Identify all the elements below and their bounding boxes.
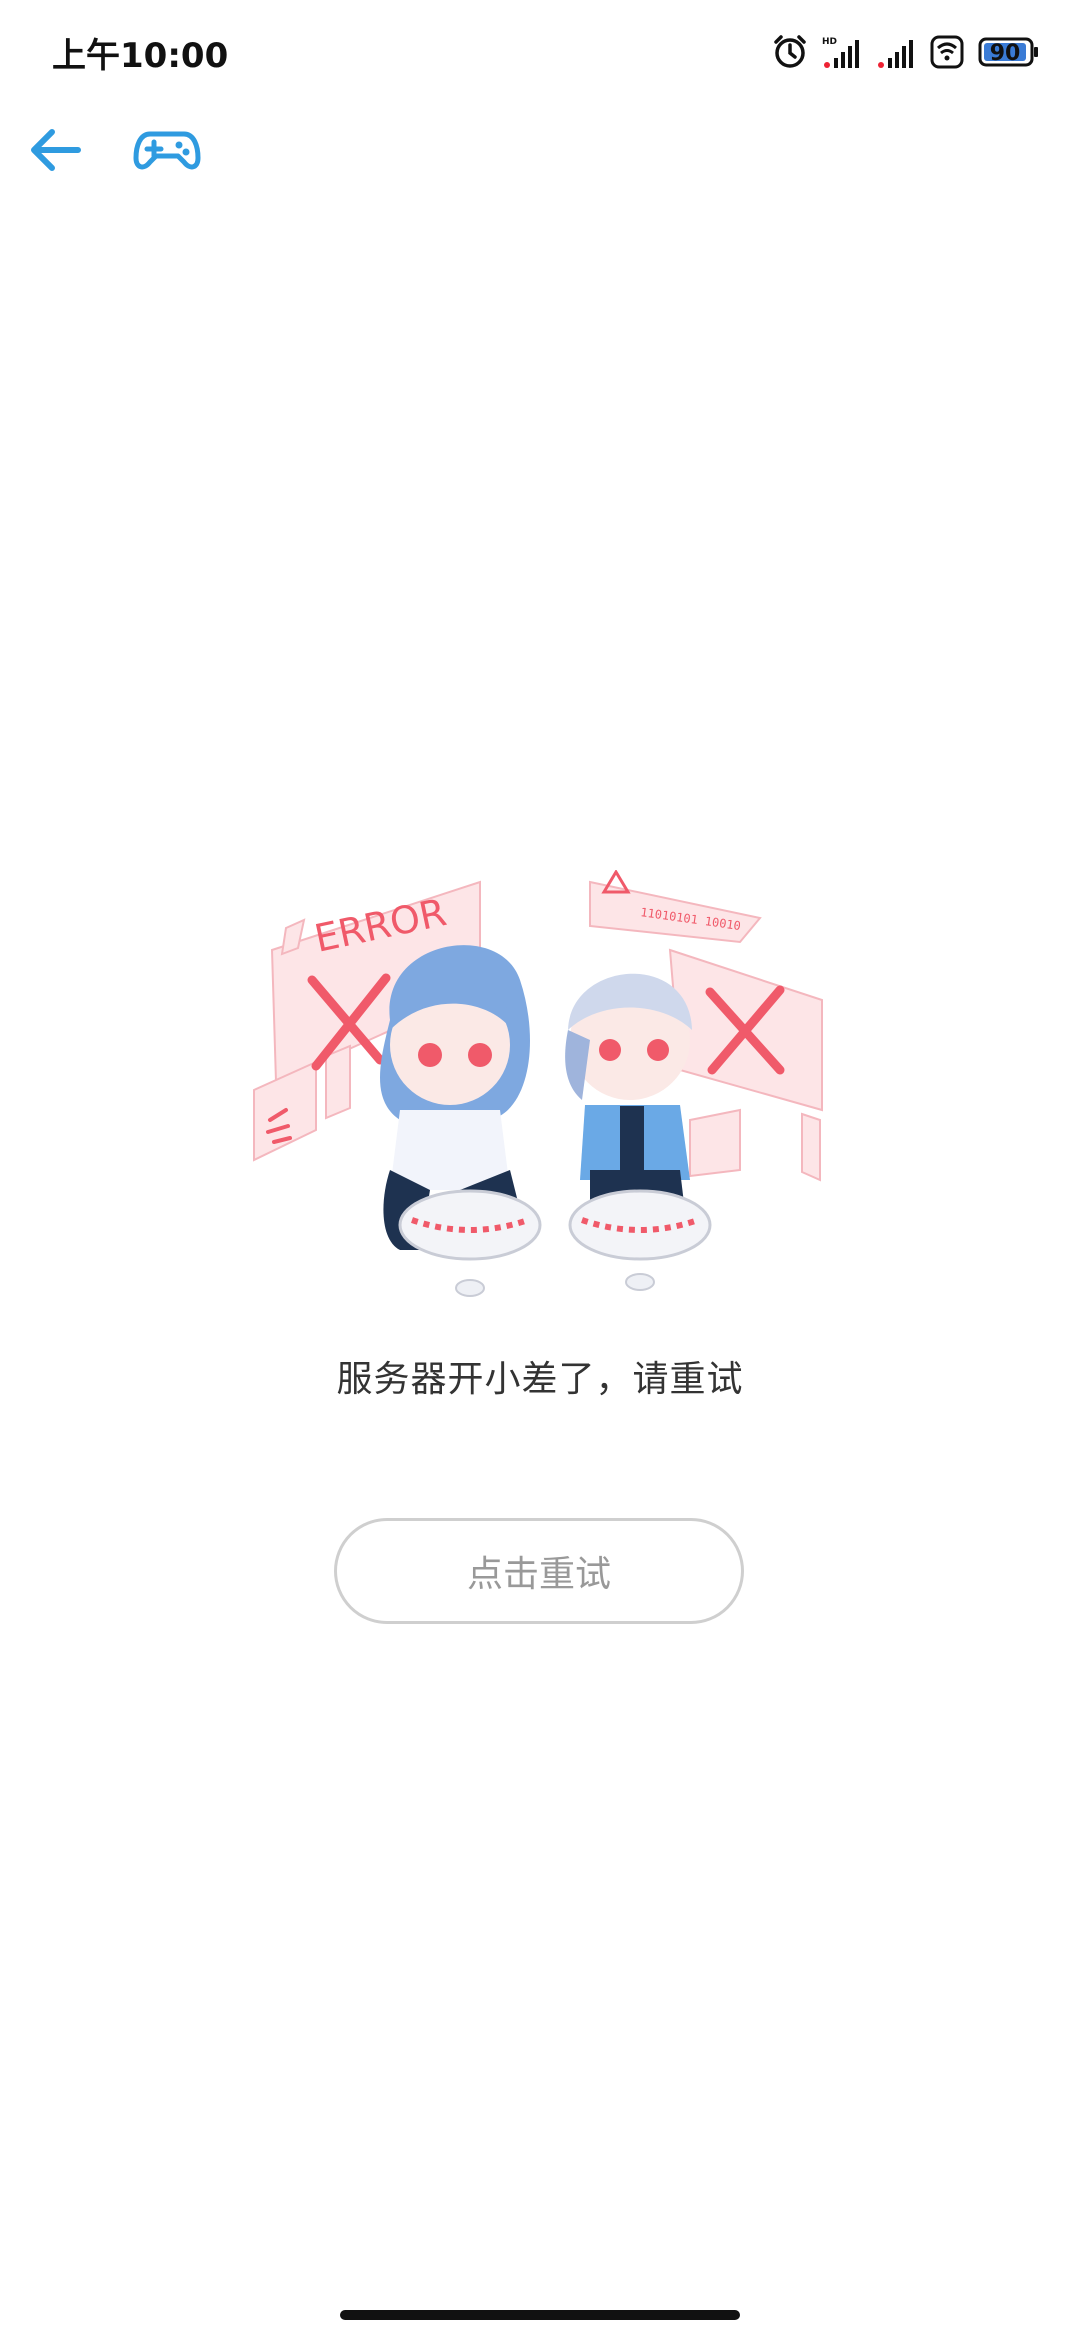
alarm-icon [774,35,806,68]
wifi-icon [930,35,964,69]
status-time: 上午10:00 [52,36,229,76]
game-center-button[interactable] [132,118,202,182]
battery-level: 90 [990,41,1021,66]
arrow-left-icon [31,129,81,171]
hd-signal-icon: HD [822,37,859,68]
two-characters-error-image: ERROR 11010101 10010 [253,869,823,1297]
error-message: 服务器开小差了，请重试 [336,1359,744,1400]
error-illustration: ERROR 11010101 10010 [240,869,840,1310]
battery-icon: 90 [978,37,1038,67]
status-icons: HD 90 [772,32,1040,72]
signal-icon [878,40,913,68]
svg-text:HD: HD [822,37,837,47]
top-toolbar [0,100,1080,200]
retry-button[interactable]: 点击重试 [334,1518,744,1624]
home-indicator[interactable] [340,2310,740,2320]
back-button[interactable] [24,118,88,182]
gamepad-icon [133,131,201,170]
status-bar: 上午10:00 HD 90 [0,0,1080,100]
